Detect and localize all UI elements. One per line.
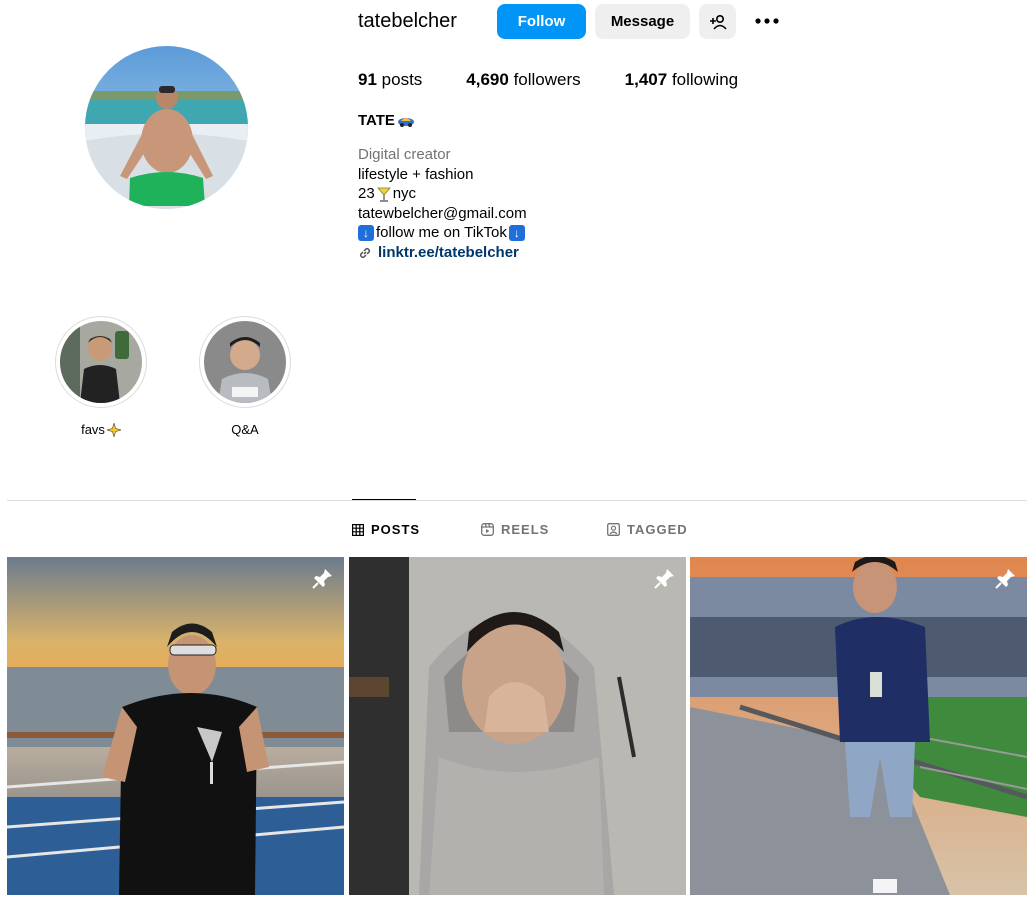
pinned-icon bbox=[312, 569, 332, 589]
bio-line-2: 23 nyc bbox=[358, 184, 527, 204]
highlight-label: favs bbox=[54, 422, 148, 437]
bio-line-tiktok: ↓ follow me on TikTok ↓ bbox=[358, 223, 527, 243]
cocktail-emoji-icon bbox=[376, 187, 391, 202]
profile-full-name: TATE bbox=[358, 112, 415, 129]
bio-city: nyc bbox=[392, 185, 417, 203]
car-emoji-icon bbox=[397, 117, 414, 127]
active-tab-indicator bbox=[352, 499, 416, 500]
more-options-icon bbox=[755, 18, 779, 24]
highlight-label: Q&A bbox=[198, 422, 292, 437]
following-stat[interactable]: 1,407 following bbox=[625, 70, 738, 90]
tabs-divider bbox=[7, 500, 1027, 501]
down-arrow-icon: ↓ bbox=[508, 225, 525, 242]
message-button[interactable]: Message bbox=[595, 4, 690, 39]
more-options-button[interactable] bbox=[752, 6, 782, 36]
pinned-icon bbox=[654, 569, 674, 589]
highlight-cover bbox=[60, 321, 142, 403]
tab-label: POSTS bbox=[371, 522, 421, 537]
follow-button[interactable]: Follow bbox=[497, 4, 586, 39]
post-tile[interactable] bbox=[7, 557, 344, 895]
highlight-label-text: favs bbox=[81, 422, 105, 437]
highlight-label-text: Q&A bbox=[231, 422, 259, 437]
followers-stat[interactable]: 4,690 followers bbox=[466, 70, 580, 90]
link-icon bbox=[359, 247, 371, 258]
highlight-ring bbox=[55, 316, 147, 408]
highlight-qa[interactable]: Q&A bbox=[198, 316, 292, 437]
suggested-users-button[interactable] bbox=[699, 4, 736, 39]
sparkle-emoji-icon bbox=[106, 422, 121, 437]
tab-posts[interactable]: POSTS bbox=[352, 522, 420, 537]
highlight-cover bbox=[204, 321, 286, 403]
pinned-icon bbox=[995, 569, 1015, 589]
posts-label: posts bbox=[381, 70, 423, 89]
bio-external-link[interactable]: linktr.ee/tatebelcher bbox=[358, 243, 527, 263]
posts-stat: 91 posts bbox=[358, 70, 422, 90]
posts-count: 91 bbox=[358, 70, 377, 89]
bio-email: tatewbelcher@gmail.com bbox=[358, 204, 527, 222]
following-count: 1,407 bbox=[624, 70, 668, 89]
highlight-favs[interactable]: favs bbox=[54, 316, 148, 437]
followers-count: 4,690 bbox=[466, 70, 509, 89]
add-user-icon bbox=[709, 14, 727, 30]
grid-icon bbox=[352, 523, 364, 536]
tab-reels[interactable]: REELS bbox=[481, 522, 549, 537]
profile-username: tatebelcher bbox=[358, 10, 457, 32]
bio-category: Digital creator bbox=[358, 146, 451, 163]
tab-tagged[interactable]: TAGGED bbox=[607, 522, 688, 537]
profile-stats: 91 posts 4,690 followers 1,407 following bbox=[358, 70, 782, 90]
tab-label: TAGGED bbox=[627, 522, 688, 537]
reels-icon bbox=[481, 523, 494, 536]
down-arrow-icon: ↓ bbox=[358, 225, 374, 242]
profile-avatar[interactable] bbox=[85, 46, 248, 209]
bio-tiktok-text: follow me on TikTok bbox=[376, 224, 507, 242]
profile-bio: Digital creator lifestyle + fashion 23 n… bbox=[358, 145, 527, 263]
highlight-ring bbox=[199, 316, 291, 408]
tagged-icon bbox=[607, 523, 620, 536]
post-tile[interactable] bbox=[349, 557, 686, 895]
bio-line-1: lifestyle + fashion bbox=[358, 165, 474, 183]
bio-link-text: linktr.ee/tatebelcher bbox=[378, 243, 519, 261]
full-name-text: TATE bbox=[358, 112, 395, 129]
following-label: following bbox=[671, 70, 739, 89]
bio-age: 23 bbox=[358, 185, 375, 203]
tab-label: REELS bbox=[501, 522, 550, 537]
post-tile[interactable] bbox=[690, 557, 1027, 895]
followers-label: followers bbox=[513, 70, 581, 89]
